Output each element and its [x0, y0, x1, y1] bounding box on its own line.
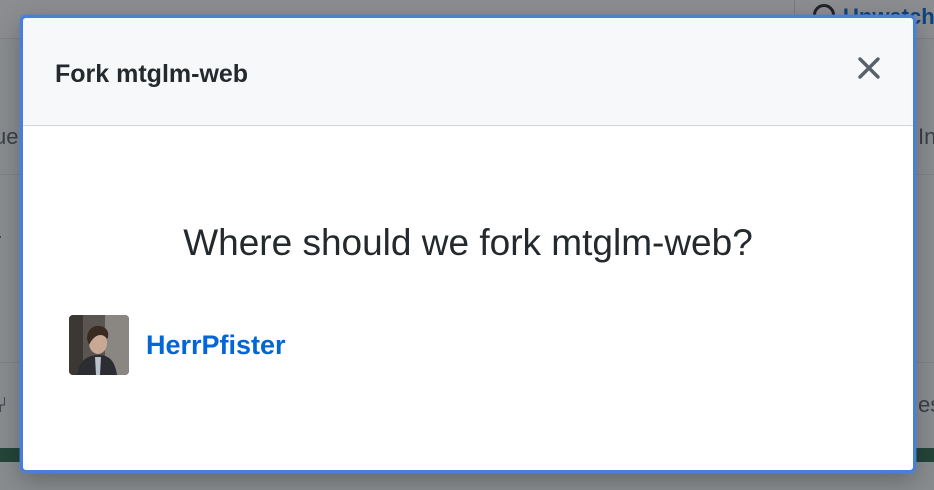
fork-target-account[interactable]: HerrPfister [69, 314, 286, 376]
account-name: HerrPfister [146, 329, 286, 360]
avatar [69, 315, 129, 375]
user-avatar-icon [69, 315, 129, 375]
dialog-title: Fork mtglm-web [55, 60, 249, 88]
close-icon [858, 57, 880, 79]
dialog-body: Where should we fork mtglm-web? HerrPfis… [23, 126, 913, 470]
dialog-header: Fork mtglm-web [23, 18, 913, 126]
fork-dialog: Fork mtglm-web Where should we fork mtgl… [20, 15, 916, 473]
fork-question: Where should we fork mtglm-web? [183, 222, 753, 263]
close-button[interactable] [851, 50, 887, 86]
